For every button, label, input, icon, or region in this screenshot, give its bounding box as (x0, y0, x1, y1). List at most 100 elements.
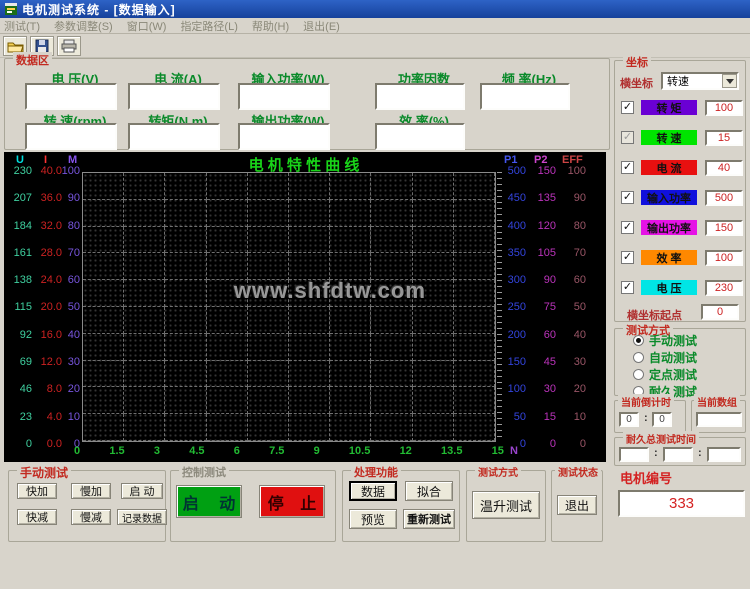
radio-button[interactable] (633, 352, 644, 363)
series-checkbox[interactable]: ✓ (621, 281, 634, 294)
axis-tick: 28.0 (34, 247, 62, 259)
grid-cell (454, 173, 495, 200)
efficiency-input[interactable] (375, 123, 465, 150)
manual-test-title: 手动测试 (17, 464, 71, 481)
menu-path[interactable]: 指定路径(L) (180, 18, 237, 34)
test-mode-option[interactable]: 自动测试 (633, 349, 747, 365)
radio-button[interactable] (633, 369, 644, 380)
temp-rise-test-button[interactable]: 温升测试 (472, 491, 540, 519)
motor-number-input[interactable]: 333 (618, 490, 745, 517)
series-scale-input[interactable]: 100 (705, 250, 743, 266)
grid-cell (454, 200, 495, 227)
x-axis-select[interactable]: 转速 (661, 72, 739, 90)
grid-cell (83, 173, 124, 200)
countdown-min[interactable]: 0 (619, 412, 639, 427)
series-scale-input[interactable]: 100 (705, 100, 743, 116)
series-color-label: 输出功率 (641, 220, 697, 235)
current-input[interactable] (128, 83, 220, 110)
grid-cell (248, 173, 289, 200)
record-data-button[interactable]: 记录数据 (117, 509, 167, 525)
torque-input[interactable] (128, 123, 220, 150)
series-scale-input[interactable]: 150 (705, 220, 743, 236)
menu-window[interactable]: 窗口(W) (127, 18, 167, 34)
series-scale-input[interactable]: 15 (705, 130, 743, 146)
series-scale-input[interactable]: 40 (705, 160, 743, 176)
series-scale-input[interactable]: 230 (705, 280, 743, 296)
series-color-label: 效 率 (641, 250, 697, 265)
start-button[interactable]: 启 动 (176, 485, 242, 518)
chevron-down-icon[interactable] (722, 74, 737, 88)
countdown-sec[interactable]: 0 (652, 412, 672, 427)
axis-tick: 4.0 (34, 411, 62, 423)
axis-tick: 0 (6, 438, 32, 450)
data-area-group: 数据区 电 压(V) 电 流(A) 输入功率(W) 功率因数 频 率(Hz) 转… (4, 58, 610, 150)
axis-tick: 30 (560, 356, 586, 368)
power-factor-input[interactable] (375, 83, 465, 110)
grid-cell (413, 253, 454, 280)
radio-label: 定点测试 (649, 366, 697, 383)
grid-cell (207, 253, 248, 280)
exit-button[interactable]: 退出 (557, 495, 597, 515)
grid-cell (330, 307, 371, 334)
frequency-input[interactable] (480, 83, 570, 110)
axis-tick: 138 (6, 274, 32, 286)
current-group-title: 当前数组 (694, 394, 740, 409)
series-scale-input[interactable]: 500 (705, 190, 743, 206)
print-button[interactable] (57, 36, 81, 56)
axis-tick: 250 (502, 301, 526, 313)
output-power-input[interactable] (238, 123, 330, 150)
endurance-h[interactable] (619, 447, 649, 462)
manual-test-group: 手动测试 快加 慢加 启 动 快减 慢减 记录数据 (8, 470, 166, 542)
x-axis-label: N (510, 445, 518, 457)
start-small-button[interactable]: 启 动 (121, 483, 163, 499)
endurance-title: 耐久总测试时间 (623, 431, 699, 446)
fast-decrease-button[interactable]: 快减 (17, 509, 57, 525)
axis-tick: 115 (6, 301, 32, 313)
data-button[interactable]: 数据 (349, 481, 397, 501)
coord-row: ✓ 输出功率 150 (615, 219, 747, 236)
endurance-s[interactable] (707, 447, 741, 462)
test-mode-group2: 测试方式 温升测试 (466, 470, 546, 542)
i-axis-ticks: 40.036.032.028.024.020.016.012.08.04.00.… (34, 165, 62, 450)
input-power-input[interactable] (238, 83, 330, 110)
grid-cell (248, 414, 289, 441)
axis-tick: 13.5 (441, 445, 462, 457)
test-mode-option[interactable]: 定点测试 (633, 366, 747, 382)
radio-button[interactable] (633, 335, 644, 346)
series-checkbox[interactable]: ✓ (621, 101, 634, 114)
menu-test[interactable]: 测试(T) (4, 18, 40, 34)
series-checkbox[interactable]: ✓ (621, 251, 634, 264)
speed-input[interactable] (25, 123, 117, 150)
preview-button[interactable]: 预览 (349, 509, 397, 529)
grid-cell (371, 253, 412, 280)
coord-row: ✓转 速15 (615, 129, 747, 146)
menu-help[interactable]: 帮助(H) (252, 18, 289, 34)
slow-increase-button[interactable]: 慢加 (71, 483, 111, 499)
watermark: www.shfdtw.com (234, 278, 426, 304)
series-checkbox[interactable]: ✓ (621, 221, 634, 234)
retest-button[interactable]: 重新测试 (403, 509, 455, 529)
app-icon (4, 2, 18, 16)
menu-param-adjust[interactable]: 参数调整(S) (54, 18, 113, 34)
axis-tick: 10 (560, 411, 586, 423)
series-checkbox[interactable]: ✓ (621, 131, 634, 144)
menu-exit[interactable]: 退出(E) (303, 18, 340, 34)
series-checkbox[interactable]: ✓ (621, 161, 634, 174)
current-group-input[interactable] (696, 412, 742, 427)
slow-decrease-button[interactable]: 慢减 (71, 509, 111, 525)
fast-increase-button[interactable]: 快加 (17, 483, 57, 499)
test-mode-option[interactable]: 手动测试 (633, 332, 747, 348)
voltage-input[interactable] (25, 83, 117, 110)
stop-button[interactable]: 停 止 (259, 485, 325, 518)
axis-tick: 150 (502, 356, 526, 368)
fit-button[interactable]: 拟合 (405, 481, 453, 501)
current-group-box: 当前数组 (691, 400, 746, 433)
grid-cell (165, 253, 206, 280)
x-start-input[interactable]: 0 (701, 304, 739, 320)
series-checkbox[interactable]: ✓ (621, 191, 634, 204)
grid-cell (289, 361, 330, 388)
grid-cell (165, 227, 206, 254)
endurance-m[interactable] (663, 447, 693, 462)
grid-cell (289, 334, 330, 361)
axis-tick: 20 (560, 383, 586, 395)
